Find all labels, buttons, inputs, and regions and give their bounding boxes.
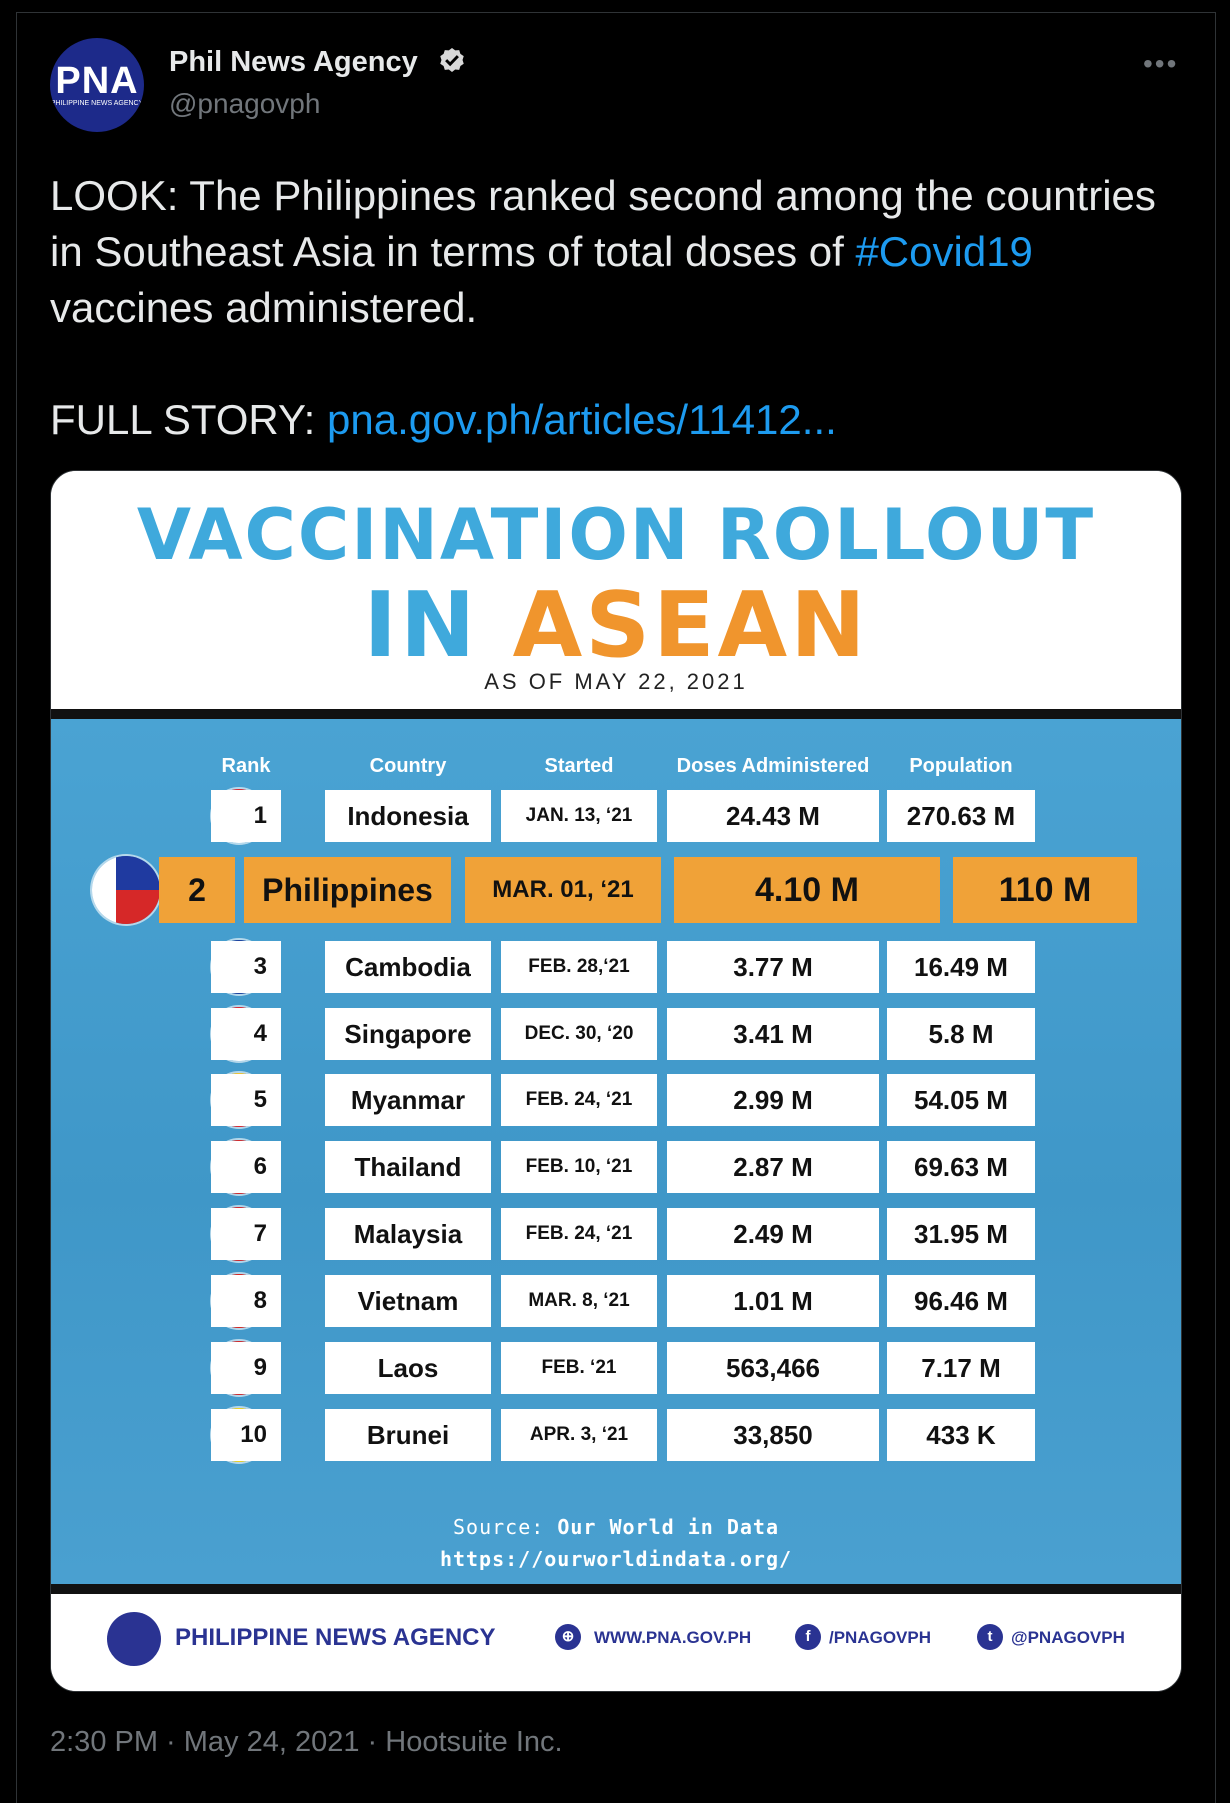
population-cell: 7.17 M [887, 1342, 1035, 1394]
country-cell: Philippines [244, 857, 451, 923]
started-cell: FEB. 10, ‘21 [501, 1141, 657, 1193]
rank-cell: 7 [211, 1208, 281, 1260]
rank-cell: 8 [211, 1275, 281, 1327]
footer-twitter: @PNAGOVPH [1011, 1628, 1125, 1647]
hashtag-link[interactable]: #Covid19 [855, 228, 1032, 275]
globe-icon: ⊕ [555, 1624, 581, 1650]
started-cell: DEC. 30, ‘20 [501, 1008, 657, 1060]
started-cell: MAR. 01, ‘21 [465, 857, 661, 923]
as-of-date: AS OF MAY 22, 2021 [484, 669, 748, 694]
population-cell: 96.46 M [887, 1275, 1035, 1327]
started-cell: FEB. 28,‘21 [501, 941, 657, 993]
country-cell: Brunei [325, 1409, 491, 1461]
doses-cell: 3.41 M [667, 1008, 879, 1060]
population-cell: 270.63 M [887, 790, 1035, 842]
rank-cell: 1 [211, 790, 281, 842]
doses-cell: 1.01 M [667, 1275, 879, 1327]
population-cell: 54.05 M [887, 1074, 1035, 1126]
tweet-text-part2: vaccines administered. [50, 284, 478, 331]
doses-cell: 2.99 M [667, 1074, 879, 1126]
tweet-timestamp[interactable]: 2:30 PM · May 24, 2021 · Hootsuite Inc. [50, 1726, 563, 1759]
infographic-footer: PHILIPPINE NEWS AGENCY ⊕ WWW.PNA.GOV.PH … [51, 1594, 1181, 1691]
infographic-title-line2: IN ASEAN [51, 571, 1181, 681]
started-cell: FEB. ‘21 [501, 1342, 657, 1394]
doses-cell: 33,850 [667, 1409, 879, 1461]
rank-cell: 6 [211, 1141, 281, 1193]
country-cell: Vietnam [325, 1275, 491, 1327]
story-link[interactable]: pna.gov.ph/articles/11412... [327, 396, 837, 443]
infographic-header: VACCINATION ROLLOUT IN ASEAN AS OF MAY 2… [51, 471, 1181, 709]
infographic-title-line1: VACCINATION ROLLOUT [136, 494, 1096, 576]
country-cell: Cambodia [325, 941, 491, 993]
population-cell: 31.95 M [887, 1208, 1035, 1260]
country-cell: Myanmar [325, 1074, 491, 1126]
source-label: Source: [452, 1515, 558, 1539]
col-header-rank: Rank [221, 755, 271, 777]
col-header-started: Started [544, 755, 614, 777]
population-cell: 5.8 M [887, 1008, 1035, 1060]
doses-cell: 24.43 M [667, 790, 879, 842]
started-cell: APR. 3, ‘21 [501, 1409, 657, 1461]
divider-bar [51, 709, 1181, 719]
doses-cell: 2.87 M [667, 1141, 879, 1193]
footer-website: WWW.PNA.GOV.PH [594, 1628, 752, 1647]
col-header-doses: Doses Administered [676, 755, 870, 777]
started-cell: JAN. 13, ‘21 [501, 790, 657, 842]
facebook-icon: f [795, 1624, 821, 1650]
source-credit: Source: Our World in Data https://ourwor… [51, 1511, 1181, 1575]
started-cell: FEB. 24, ‘21 [501, 1208, 657, 1260]
country-cell: Singapore [325, 1008, 491, 1060]
population-cell: 69.63 M [887, 1141, 1035, 1193]
pna-logo-icon [107, 1612, 161, 1666]
rank-cell: 5 [211, 1074, 281, 1126]
doses-cell: 3.77 M [667, 941, 879, 993]
tumblr-icon: t [977, 1624, 1003, 1650]
rank-cell: 9 [211, 1342, 281, 1394]
doses-cell: 563,466 [667, 1342, 879, 1394]
footer-facebook: /PNAGOVPH [829, 1628, 932, 1647]
country-cell: Thailand [325, 1141, 491, 1193]
col-header-country: Country [369, 755, 447, 777]
footer-agency-name: PHILIPPINE NEWS AGENCY [175, 1624, 496, 1651]
infographic-image[interactable]: VACCINATION ROLLOUT IN ASEAN AS OF MAY 2… [50, 470, 1182, 1692]
started-cell: MAR. 8, ‘21 [501, 1275, 657, 1327]
verified-badge-icon [440, 48, 464, 72]
source-name: Our World in Data [557, 1515, 780, 1539]
source-url: https://ourworldindata.org/ [439, 1547, 793, 1571]
doses-cell: 2.49 M [667, 1208, 879, 1260]
avatar[interactable]: PNA PHILIPPINE NEWS AGENCY [50, 38, 144, 132]
col-header-population: Population [909, 755, 1013, 777]
rank-cell: 10 [211, 1409, 281, 1461]
population-cell: 110 M [953, 857, 1137, 923]
country-cell: Malaysia [325, 1208, 491, 1260]
country-cell: Indonesia [325, 790, 491, 842]
full-story-line: FULL STORY: pna.gov.ph/articles/11412... [50, 392, 837, 448]
tweet-text: LOOK: The Philippines ranked second amon… [50, 168, 1180, 336]
account-name[interactable]: Phil News Agency [169, 46, 418, 79]
full-story-label: FULL STORY: [50, 396, 327, 443]
flag-icon [92, 856, 160, 924]
avatar-subtext: PHILIPPINE NEWS AGENCY [50, 99, 144, 107]
rank-cell: 3 [211, 941, 281, 993]
title-in: IN [363, 573, 479, 678]
more-options-icon[interactable]: ••• [1143, 48, 1178, 80]
doses-cell: 4.10 M [674, 857, 940, 923]
divider-bar-bottom [51, 1584, 1181, 1594]
rank-cell: 4 [211, 1008, 281, 1060]
title-asean: ASEAN [512, 573, 869, 678]
country-cell: Laos [325, 1342, 491, 1394]
account-handle[interactable]: @pnagovph [169, 88, 320, 120]
started-cell: FEB. 24, ‘21 [501, 1074, 657, 1126]
rank-cell: 2 [159, 857, 235, 923]
population-cell: 16.49 M [887, 941, 1035, 993]
population-cell: 433 K [887, 1409, 1035, 1461]
avatar-logo-text: PNA [55, 59, 139, 102]
